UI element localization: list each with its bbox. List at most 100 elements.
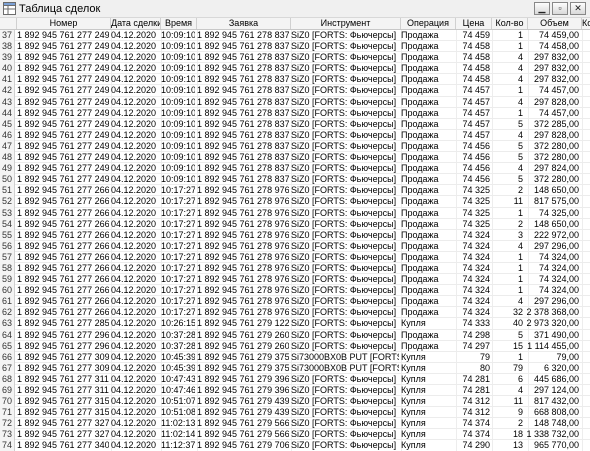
table-row[interactable]: 441 892 945 761 277 249 56004.12.2020 10:…: [0, 107, 590, 119]
table-row[interactable]: 611 892 945 761 277 266 29704.12.2020 10:…: [0, 296, 590, 308]
table-row[interactable]: 601 892 945 761 277 266 29604.12.2020 10:…: [0, 285, 590, 297]
table-row[interactable]: 411 892 945 761 277 249 55704.12.2020 10:…: [0, 74, 590, 86]
column-header-number[interactable]: Номер: [17, 18, 111, 29]
table-row[interactable]: 741 892 945 761 277 340 17804.12.2020 11:…: [0, 440, 590, 451]
maximize-button[interactable]: ▫: [552, 2, 568, 15]
volume: 297 832,00: [533, 52, 579, 63]
table-row[interactable]: 701 892 945 761 277 315 33304.12.2020 10:…: [0, 396, 590, 408]
trade-date: 04.12.2020: [111, 362, 157, 373]
order-number: 1 892 945 761 279 396 642: [197, 385, 289, 395]
trade-time: 10:09:10: [161, 163, 195, 174]
table-row[interactable]: 681 892 945 761 277 311 18304.12.2020 10:…: [0, 373, 590, 385]
column-header-operation[interactable]: Операция: [401, 18, 456, 29]
instrument: SiZ0 [FORTS: Фьючерсы]: [291, 30, 397, 40]
row-index: 72: [0, 418, 15, 430]
order-number: 1 892 945 761 279 122 119: [197, 318, 289, 329]
row-index: 42: [0, 85, 15, 97]
table-row[interactable]: 651 892 945 761 277 296 72404.12.2020 10:…: [0, 340, 590, 352]
trade-date: 04.12.2020: [111, 396, 157, 407]
trade-number: 1 892 945 761 277 296 724: [17, 340, 109, 351]
trade-date: 04.12.2020: [111, 240, 157, 251]
table-row[interactable]: 721 892 945 761 277 327 54704.12.2020 11:…: [0, 418, 590, 430]
table-row[interactable]: 631 892 945 761 277 285 17604.12.2020 10:…: [0, 318, 590, 330]
table-row[interactable]: 531 892 945 761 277 266 28904.12.2020 10:…: [0, 207, 590, 219]
row-index: 45: [0, 118, 15, 130]
table-row[interactable]: 671 892 945 761 277 309 07204.12.2020 10:…: [0, 362, 590, 374]
column-header-volume[interactable]: Объем: [528, 18, 582, 29]
volume: 297 832,00: [533, 63, 579, 74]
close-button[interactable]: ✕: [570, 2, 586, 15]
trades-table: Номер Дата сделки Время Заявка Инструмен…: [0, 18, 590, 451]
price: 74 458: [462, 74, 490, 85]
column-header-quantity[interactable]: Кол-во: [492, 18, 528, 29]
table-row[interactable]: 571 892 945 761 277 266 29304.12.2020 10:…: [0, 251, 590, 263]
operation: Купля: [401, 351, 426, 362]
table-row[interactable]: 501 892 945 761 277 249 56604.12.2020 10:…: [0, 174, 590, 186]
row-index: 66: [0, 351, 15, 363]
column-header-commission[interactable]: Ко: [582, 18, 590, 29]
trade-date: 04.12.2020: [111, 318, 157, 329]
table-row[interactable]: 591 892 945 761 277 266 29504.12.2020 10:…: [0, 274, 590, 286]
minimize-icon: ▁: [538, 3, 546, 13]
table-row[interactable]: 731 892 945 761 277 327 54904.12.2020 11:…: [0, 429, 590, 441]
table-row[interactable]: 391 892 945 761 277 249 55504.12.2020 10:…: [0, 52, 590, 64]
table-row[interactable]: 431 892 945 761 277 249 55904.12.2020 10:…: [0, 96, 590, 108]
order-number: 1 892 945 761 278 976 526: [197, 285, 289, 296]
table-row[interactable]: 451 892 945 761 277 249 56104.12.2020 10:…: [0, 118, 590, 130]
order-number: 1 892 945 761 278 837 187: [197, 129, 289, 140]
table-row[interactable]: 561 892 945 761 277 266 29204.12.2020 10:…: [0, 240, 590, 252]
trade-date: 04.12.2020: [111, 163, 157, 174]
column-header-time[interactable]: Время: [161, 18, 197, 29]
row-index: 70: [0, 396, 15, 408]
row-index: 40: [0, 63, 15, 75]
quantity: 4: [517, 129, 523, 140]
table-row[interactable]: 471 892 945 761 277 249 56304.12.2020 10:…: [0, 140, 590, 153]
table-row[interactable]: 461 892 945 761 277 249 56204.12.2020 10:…: [0, 129, 590, 141]
instrument: SiZ0 [FORTS: Фьючерсы]: [291, 41, 397, 52]
trade-time: 10:09:10: [161, 140, 195, 151]
table-row[interactable]: 371 892 945 761 277 249 55304.12.2020 10:…: [0, 30, 590, 42]
table-row[interactable]: 521 892 945 761 277 266 28804.12.2020 10:…: [0, 196, 590, 208]
table-row[interactable]: 481 892 945 761 277 249 56404.12.2020 10:…: [0, 152, 590, 164]
table-row[interactable]: 691 892 945 761 277 311 20304.12.2020 10:…: [0, 385, 590, 397]
table-row[interactable]: 661 892 945 761 277 309 07104.12.2020 10:…: [0, 351, 590, 363]
volume: 2 973 320,00: [526, 318, 579, 329]
table-row[interactable]: 511 892 945 761 277 266 28704.12.2020 10:…: [0, 185, 590, 197]
trade-number: 1 892 945 761 277 266 287: [17, 185, 109, 196]
table-row[interactable]: 381 892 945 761 277 249 55404.12.2020 10:…: [0, 41, 590, 53]
quantity: 79: [512, 362, 523, 373]
trade-date: 04.12.2020: [111, 41, 157, 52]
table-row[interactable]: 581 892 945 761 277 266 29404.12.2020 10:…: [0, 262, 590, 275]
table-row[interactable]: 491 892 945 761 277 249 56504.12.2020 10:…: [0, 163, 590, 175]
quantity: 5: [517, 118, 523, 129]
table-row[interactable]: 421 892 945 761 277 249 55804.12.2020 10:…: [0, 85, 590, 97]
minimize-button[interactable]: ▁: [534, 2, 550, 15]
table-row[interactable]: 541 892 945 761 277 266 29004.12.2020 10:…: [0, 218, 590, 230]
row-index: 39: [0, 52, 15, 64]
operation: Купля: [401, 362, 426, 373]
column-header-instrument[interactable]: Инструмент: [291, 18, 401, 29]
operation: Купля: [401, 318, 426, 329]
table-row[interactable]: 621 892 945 761 277 266 29804.12.2020 10:…: [0, 307, 590, 319]
trade-number: 1 892 945 761 277 266 296: [17, 285, 109, 296]
trade-number: 1 892 945 761 277 249 558: [17, 85, 109, 96]
column-header-price[interactable]: Цена: [456, 18, 492, 29]
operation: Продажа: [401, 274, 439, 285]
table-row[interactable]: 641 892 945 761 277 296 72304.12.2020 10:…: [0, 329, 590, 341]
trade-time: 10:17:27: [161, 196, 195, 207]
trade-time: 10:51:07: [161, 396, 195, 407]
title-bar: Таблица сделок ▁ ▫ ✕: [0, 0, 590, 18]
price: 74 290: [462, 440, 490, 451]
quantity: 4: [517, 240, 523, 251]
order-number: 1 892 945 761 278 837 187: [197, 152, 289, 163]
trade-number: 1 892 945 761 277 340 178: [17, 440, 109, 451]
column-header-order[interactable]: Заявка: [197, 18, 291, 29]
trade-time: 10:17:27: [161, 218, 195, 229]
order-number: 1 892 945 761 279 706 061: [197, 440, 289, 451]
quantity: 1: [517, 251, 523, 262]
table-row[interactable]: 711 892 945 761 277 315 34204.12.2020 10:…: [0, 407, 590, 419]
trade-date: 04.12.2020: [111, 340, 157, 351]
table-row[interactable]: 551 892 945 761 277 266 29104.12.2020 10:…: [0, 229, 590, 241]
table-row[interactable]: 401 892 945 761 277 249 55604.12.2020 10:…: [0, 63, 590, 75]
column-header-date[interactable]: Дата сделки: [111, 18, 161, 29]
